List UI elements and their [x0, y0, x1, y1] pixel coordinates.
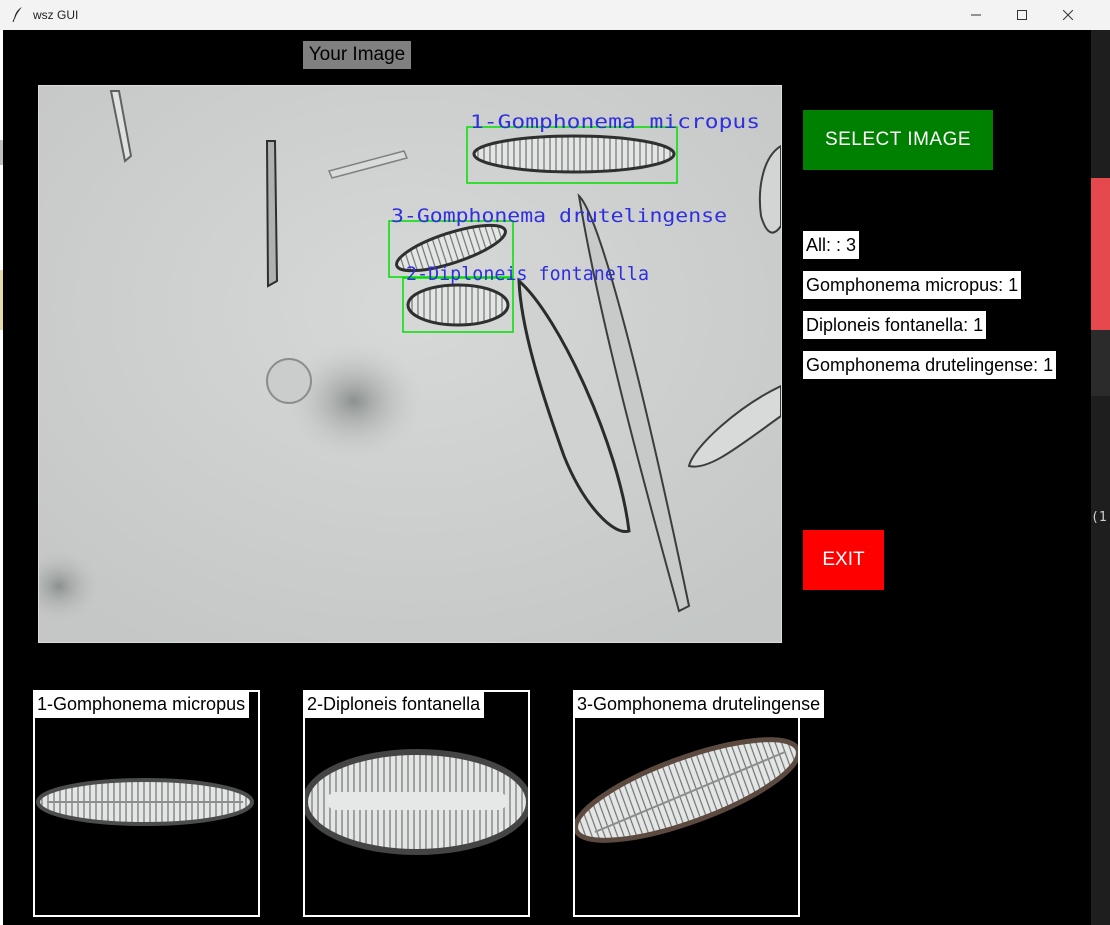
exit-button[interactable]: EXIT [803, 530, 884, 590]
feather-icon [12, 7, 22, 22]
count-diploneis-fontanella: Diploneis fontanella: 1 [803, 311, 987, 339]
count-all: All: : 3 [803, 231, 860, 259]
terminal-fragment-text: (1 [1091, 510, 1107, 525]
detection-label: 2-Diploneis fontanella [406, 263, 649, 285]
minimize-icon [971, 14, 981, 16]
maximize-button[interactable] [999, 0, 1045, 30]
crop-label: 1-Gomphonema micropus [33, 690, 250, 718]
window-title: wsz GUI [33, 8, 79, 22]
close-button[interactable] [1045, 0, 1091, 30]
crop-image [33, 690, 260, 917]
crop-label: 3-Gomphonema drutelingense [573, 690, 825, 718]
detection-label: 1-Gomphonema micropus [470, 111, 760, 133]
main-image: 1-Gomphonema micropus 3-Gomphonema drute… [38, 85, 782, 643]
title-bar: wsz GUI [0, 0, 1110, 30]
crop-label: 2-Diploneis fontanella [303, 690, 485, 718]
close-icon [1063, 10, 1073, 20]
count-gomphonema-micropus: Gomphonema micropus: 1 [803, 271, 1022, 299]
crop-image [573, 690, 800, 917]
minimize-button[interactable] [953, 0, 999, 30]
maximize-icon [1017, 10, 1027, 20]
background-app-fragment [1091, 330, 1110, 396]
image-heading: Your Image [303, 41, 411, 69]
crop-image [303, 690, 530, 917]
background-window-strip: (1 [1091, 30, 1110, 925]
count-gomphonema-drutelingense: Gomphonema drutelingense: 1 [803, 351, 1057, 379]
background-app-fragment [1091, 178, 1110, 330]
select-image-button[interactable]: SELECT IMAGE [803, 110, 993, 170]
detection-label: 3-Gomphonema drutelingense [391, 205, 727, 227]
